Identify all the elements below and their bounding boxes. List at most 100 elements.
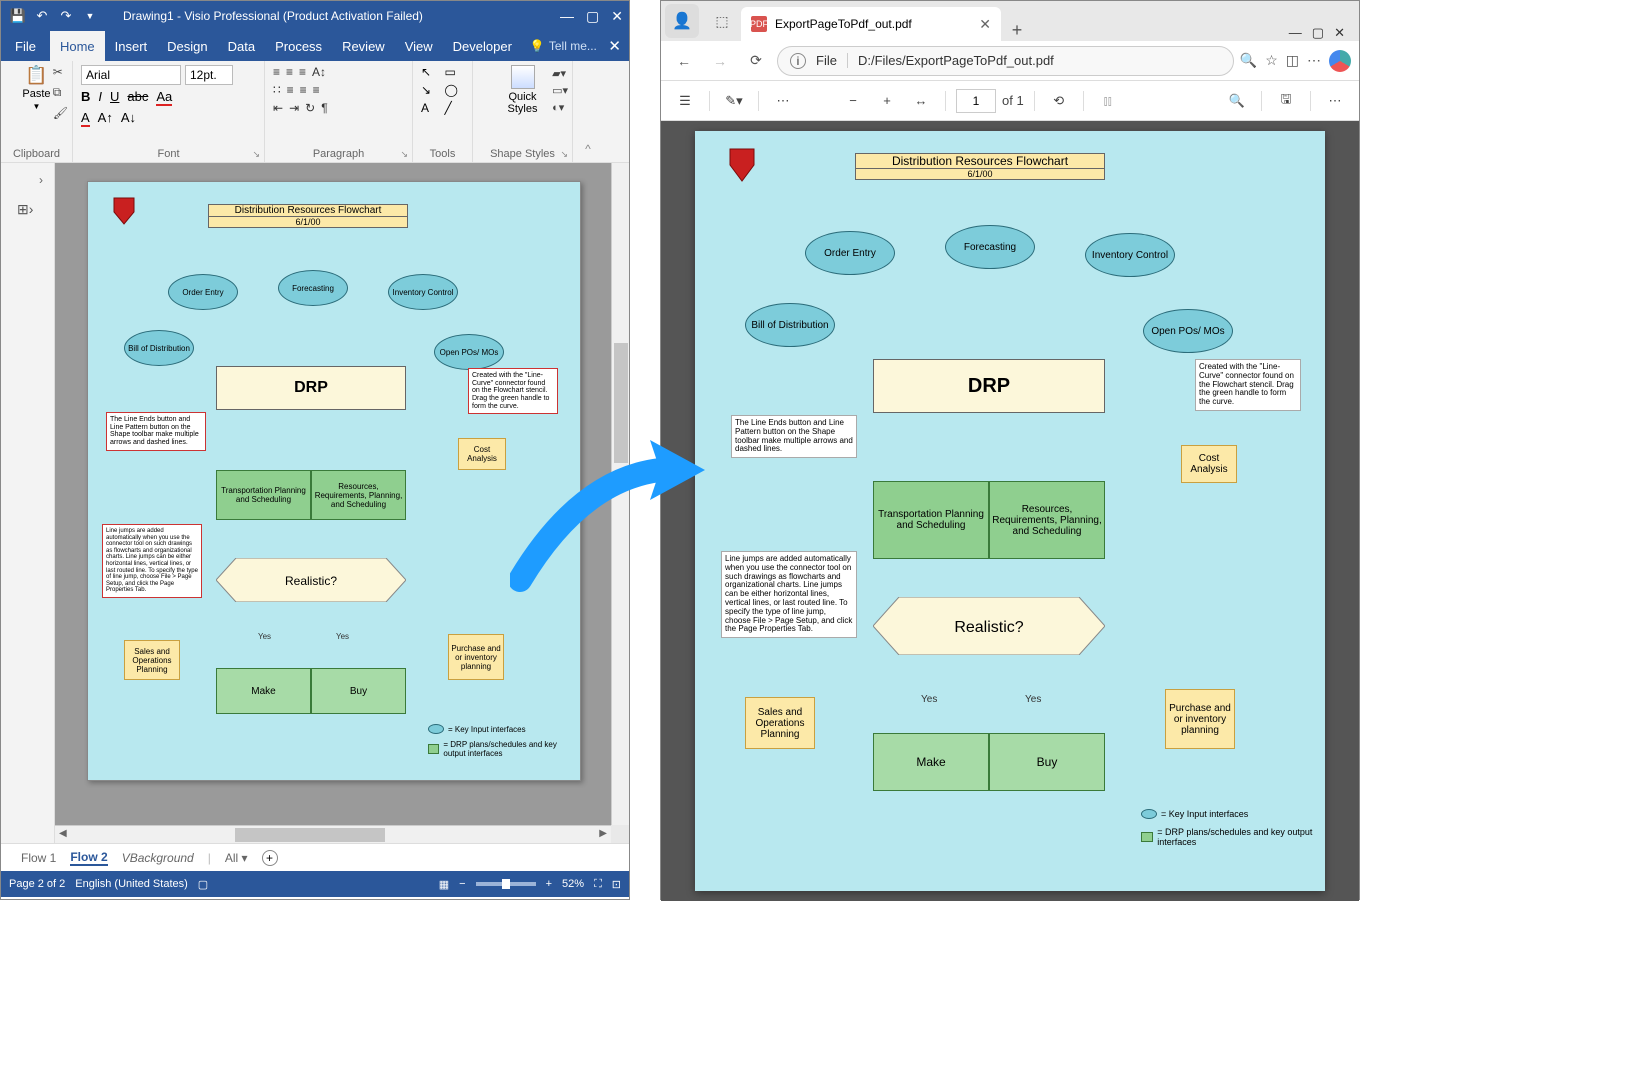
shrink-font-button[interactable]: A↓ [121, 110, 136, 127]
minimize-icon[interactable]: — [560, 8, 574, 25]
fill-button-icon[interactable]: ▰▾ [552, 67, 568, 80]
menu-icon[interactable]: ⋯ [1307, 52, 1321, 69]
shape-styles-dialog-launcher-icon[interactable]: ↘ [560, 149, 568, 160]
font-color-button[interactable]: A [81, 110, 90, 127]
increase-indent-icon[interactable]: ⇥ [289, 101, 299, 115]
shapes-panel-icon[interactable]: ⊞› [17, 201, 33, 218]
site-info-icon[interactable]: i [790, 53, 806, 69]
pointer-tool-icon[interactable]: ↖ [421, 65, 441, 79]
horizontal-scrollbar[interactable]: ◀▶ [55, 825, 611, 843]
ellipse-tool-icon[interactable]: ◯ [445, 83, 465, 97]
hscroll-thumb[interactable] [235, 828, 385, 842]
zoom-slider[interactable] [476, 882, 536, 886]
rotate-icon[interactable]: ⟲ [1045, 87, 1073, 115]
zoom-indicator-icon[interactable]: 🔍 [1240, 52, 1257, 69]
orientation-icon[interactable]: A↕ [312, 65, 326, 79]
close-document-icon[interactable]: ✕ [608, 37, 621, 55]
menu-developer[interactable]: Developer [443, 31, 522, 61]
fit-width-icon[interactable]: ↔ [907, 87, 935, 115]
align-left-icon[interactable]: ≡ [287, 83, 294, 97]
refresh-icon[interactable]: ⟳ [741, 46, 771, 76]
menu-file[interactable]: File [1, 31, 50, 61]
status-language[interactable]: English (United States) [75, 878, 188, 890]
font-dialog-launcher-icon[interactable]: ↘ [252, 149, 260, 160]
copilot-icon[interactable] [1329, 50, 1351, 72]
draw-icon[interactable]: ✎▾ [720, 87, 748, 115]
menu-data[interactable]: Data [218, 31, 265, 61]
split-screen-icon[interactable]: ◫ [1286, 52, 1299, 69]
workspaces-icon[interactable]: ⬚ [705, 4, 739, 38]
maximize-icon[interactable]: ▢ [1312, 25, 1324, 41]
grow-font-button[interactable]: A↑ [98, 110, 113, 127]
hscroll-left-icon[interactable]: ◀ [59, 828, 67, 839]
menu-insert[interactable]: Insert [105, 31, 158, 61]
font-size-select[interactable]: 12pt. [185, 65, 233, 85]
contents-icon[interactable]: ☰ [671, 87, 699, 115]
align-top-icon[interactable]: ≡ [273, 65, 280, 79]
minimize-icon[interactable]: — [1289, 25, 1302, 41]
zoom-out-icon[interactable]: − [839, 87, 867, 115]
redo-icon[interactable]: ↷ [55, 5, 77, 27]
add-page-button[interactable]: + [262, 850, 278, 866]
connector-tool-icon[interactable]: ↘ [421, 83, 441, 97]
align-right-icon[interactable]: ≡ [313, 83, 320, 97]
font-name-select[interactable]: Arial [81, 65, 181, 85]
find-icon[interactable]: 🔍 [1223, 87, 1251, 115]
strike-button[interactable]: abc [127, 89, 148, 106]
paragraph-mark-icon[interactable]: ¶ [321, 101, 327, 115]
more-tools-icon[interactable]: ⋯ [769, 87, 797, 115]
paragraph-dialog-launcher-icon[interactable]: ↘ [400, 149, 408, 160]
favorite-icon[interactable]: ☆ [1265, 52, 1278, 69]
italic-button[interactable]: I [98, 89, 102, 106]
macro-record-icon[interactable]: ▢ [198, 878, 208, 891]
qat-dropdown-icon[interactable]: ▼ [79, 5, 101, 27]
expand-shapes-icon[interactable]: › [39, 173, 43, 187]
align-middle-icon[interactable]: ≡ [286, 65, 293, 79]
new-tab-button[interactable]: + [1001, 20, 1033, 41]
close-icon[interactable]: ✕ [611, 8, 623, 25]
undo-icon[interactable]: ↶ [31, 5, 53, 27]
menu-review[interactable]: Review [332, 31, 395, 61]
back-icon[interactable]: ← [669, 46, 699, 76]
line-button-icon[interactable]: ▭▾ [552, 84, 568, 97]
tab-all[interactable]: All ▾ [225, 851, 248, 865]
menu-home[interactable]: Home [50, 31, 105, 61]
copy-icon[interactable]: ⧉ [53, 85, 68, 100]
page-number-input[interactable] [956, 89, 996, 113]
close-tab-icon[interactable]: ✕ [979, 16, 991, 33]
align-center-icon[interactable]: ≡ [300, 83, 307, 97]
tab-flow2[interactable]: Flow 2 [70, 850, 107, 866]
maximize-icon[interactable]: ▢ [586, 8, 599, 25]
menu-design[interactable]: Design [157, 31, 217, 61]
effects-button-icon[interactable]: ◐▾ [552, 101, 568, 114]
drawing-page[interactable]: Distribution Resources Flowchart 6/1/00 … [87, 181, 581, 781]
profile-icon[interactable]: 👤 [665, 4, 699, 38]
ribbon-collapse-icon[interactable]: ^ [573, 61, 603, 162]
menu-process[interactable]: Process [265, 31, 332, 61]
tab-vbackground[interactable]: VBackground [122, 851, 194, 865]
align-bottom-icon[interactable]: ≡ [299, 65, 306, 79]
format-painter-icon[interactable]: 🖌 [53, 106, 68, 120]
close-icon[interactable]: ✕ [1334, 25, 1345, 41]
presentation-mode-icon[interactable]: ▦ [439, 878, 449, 891]
zoom-in-icon[interactable]: + [873, 87, 901, 115]
bullets-icon[interactable]: ∷ [273, 83, 281, 97]
address-field[interactable]: i File D:/Files/ExportPageToPdf_out.pdf [777, 46, 1234, 76]
rectangle-tool-icon[interactable]: ▭ [445, 65, 465, 79]
bold-button[interactable]: B [81, 89, 90, 106]
pdf-settings-icon[interactable]: ⋯ [1321, 87, 1349, 115]
menu-view[interactable]: View [395, 31, 443, 61]
tab-flow1[interactable]: Flow 1 [21, 851, 56, 865]
decrease-indent-icon[interactable]: ⇤ [273, 101, 283, 115]
text-highlight-button[interactable]: Aa [156, 89, 172, 106]
save-pdf-icon[interactable]: 🖫 [1272, 87, 1300, 115]
pan-zoom-icon[interactable]: ⊡ [612, 878, 621, 891]
fit-page-icon[interactable]: ⛶ [594, 878, 602, 891]
cut-icon[interactable]: ✂ [53, 65, 68, 79]
zoom-level[interactable]: 52% [562, 878, 584, 890]
tell-me-search[interactable]: 💡Tell me... [530, 39, 597, 53]
save-icon[interactable]: 💾 [7, 5, 29, 27]
rotate-text-icon[interactable]: ↻ [305, 101, 315, 115]
hscroll-right-icon[interactable]: ▶ [599, 828, 607, 839]
pdf-viewport[interactable]: Distribution Resources Flowchart 6/1/00 … [661, 121, 1359, 901]
